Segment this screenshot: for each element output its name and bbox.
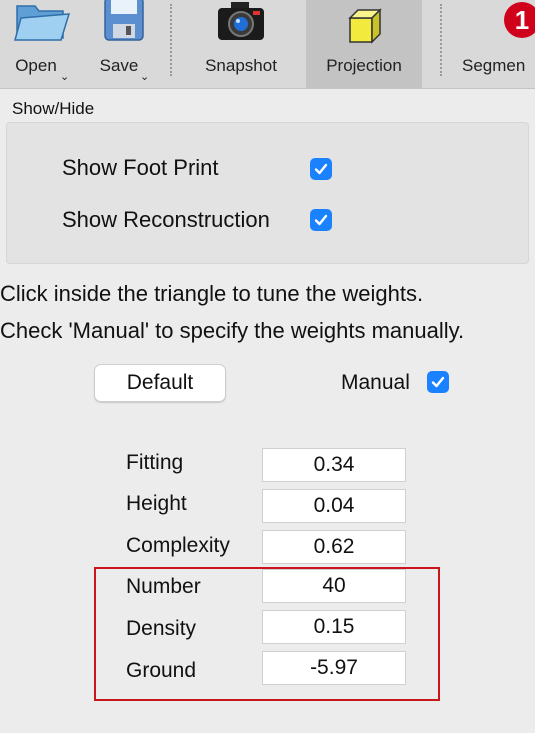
weight-label-fitting: Fitting xyxy=(126,451,184,474)
default-button[interactable]: Default xyxy=(94,364,226,402)
show-hide-group: Show Foot Print Show Reconstruction xyxy=(6,122,529,264)
folder-icon xyxy=(14,5,71,41)
weight-label-complexity: Complexity xyxy=(126,534,230,557)
segment-badge: 1 xyxy=(504,2,535,38)
toolbar: Open ⌄ Save ⌄ Snapshot Projection 1 Segm… xyxy=(0,0,535,89)
highlight-box xyxy=(94,567,440,701)
instruction-line-1: Click inside the triangle to tune the we… xyxy=(0,281,424,306)
projection-button[interactable]: Projection xyxy=(306,0,422,88)
projection-label: Projection xyxy=(326,56,402,75)
floppy-disk-icon xyxy=(104,0,144,41)
open-button[interactable]: Open ⌄ xyxy=(0,0,82,88)
manual-label: Manual xyxy=(341,371,410,394)
chevron-down-icon: ⌄ xyxy=(60,71,70,83)
show-footprint-label: Show Foot Print xyxy=(62,155,219,180)
weight-field-complexity[interactable]: 0.62 xyxy=(262,530,406,564)
toolbar-separator xyxy=(170,4,172,76)
weight-field-height[interactable]: 0.04 xyxy=(262,489,406,523)
snapshot-label: Snapshot xyxy=(205,56,277,75)
camera-icon xyxy=(218,2,264,40)
toolbar-separator xyxy=(440,4,442,76)
chevron-down-icon: ⌄ xyxy=(140,71,150,83)
checkmark-icon xyxy=(431,376,445,388)
show-hide-title: Show/Hide xyxy=(12,99,95,118)
weight-field-fitting[interactable]: 0.34 xyxy=(262,448,406,482)
weight-label-height: Height xyxy=(126,492,187,515)
segment-label: Segmen xyxy=(462,56,526,75)
instruction-line-2: Check 'Manual' to specify the weights ma… xyxy=(0,318,465,343)
show-reconstruction-checkbox[interactable] xyxy=(310,209,332,231)
checkmark-icon xyxy=(314,163,328,175)
segment-button[interactable]: 1 Segmen xyxy=(454,0,535,88)
manual-checkbox[interactable] xyxy=(427,371,449,393)
show-reconstruction-label: Show Reconstruction xyxy=(62,207,270,232)
cube-icon xyxy=(348,8,382,44)
save-button[interactable]: Save ⌄ xyxy=(84,0,164,88)
snapshot-button[interactable]: Snapshot xyxy=(184,0,298,88)
show-footprint-checkbox[interactable] xyxy=(310,158,332,180)
checkmark-icon xyxy=(314,214,328,226)
